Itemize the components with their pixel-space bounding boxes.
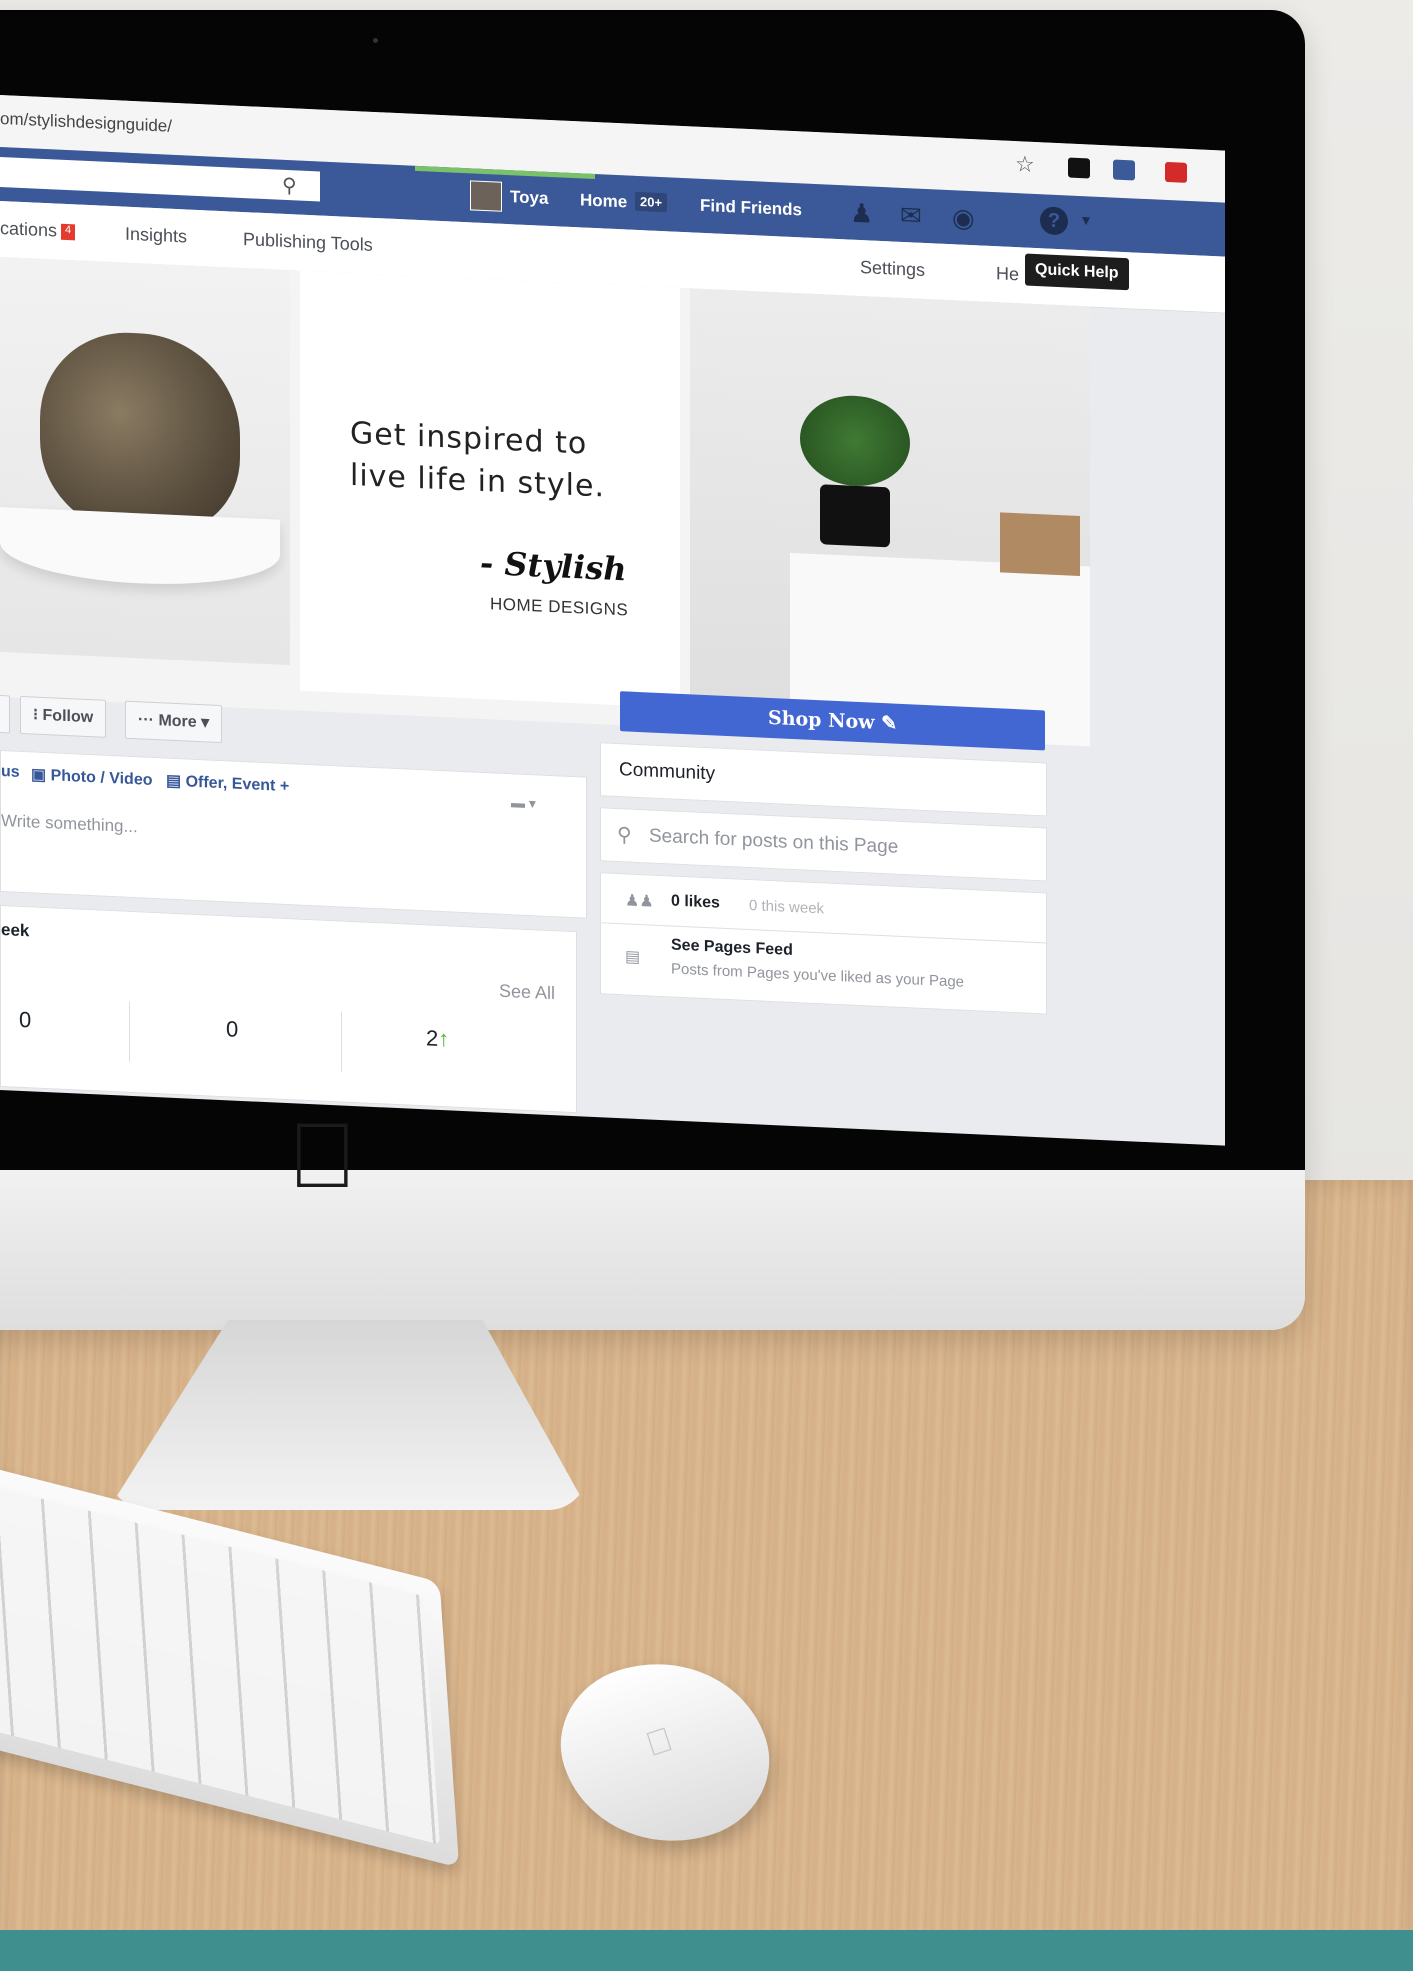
tab-help[interactable]: He — [996, 263, 1019, 285]
avatar[interactable] — [470, 180, 502, 212]
composer-input[interactable]: Write something... — [1, 811, 138, 837]
weekly-stats-title: eek — [1, 920, 30, 941]
tab-notifications[interactable]: cations 4 — [0, 218, 76, 242]
notifications-globe-icon[interactable]: ◉ — [952, 202, 975, 234]
stat-value-2: 0 — [226, 1016, 239, 1042]
like-button[interactable]: e — [0, 694, 10, 734]
tab-publishing-tools[interactable]: Publishing Tools — [243, 229, 373, 256]
profile-link[interactable]: Toya — [510, 187, 548, 209]
community-label: Community — [619, 759, 716, 785]
extension-red-icon[interactable] — [1165, 161, 1187, 183]
composer-tab-photo[interactable]: ▣ Photo / Video — [31, 764, 153, 790]
cover-signature: - Stylish — [480, 543, 627, 589]
pages-feed-subtitle: Posts from Pages you've liked as your Pa… — [671, 960, 965, 991]
caret-icon: ▾ — [196, 713, 210, 732]
community-card[interactable]: Community — [600, 742, 1047, 817]
composer-options-icon[interactable]: ▬ ▾ — [511, 794, 536, 812]
composer-tab-photo-label: Photo / Video — [50, 767, 153, 789]
rss-icon: ⁝ — [33, 706, 43, 724]
facebook-search-input[interactable]: ⚲ — [0, 157, 320, 202]
extension-owl-icon[interactable] — [1068, 157, 1090, 179]
cover-photo[interactable]: Get inspired to live life in style. - St… — [0, 257, 1090, 747]
page-search-field[interactable]: ⚲ Search for posts on this Page — [600, 807, 1047, 882]
composer-tab-offer-label: Offer, Event + — [185, 773, 290, 796]
home-badge: 20+ — [635, 191, 668, 213]
chevron-down-icon[interactable]: ▾ — [1082, 210, 1090, 230]
help-icon[interactable]: ? — [1040, 206, 1068, 236]
weekly-stats-card: eek See All 0 0 2↑ — [0, 905, 577, 1114]
tab-notifications-label: cations — [0, 218, 58, 241]
pages-feed-title: See Pages Feed — [671, 936, 793, 960]
stat-divider — [341, 1011, 342, 1072]
white-chair-image — [0, 507, 280, 590]
find-friends-link[interactable]: Find Friends — [700, 196, 802, 221]
quick-help-tooltip: Quick Help — [1025, 253, 1129, 291]
cover-plant-panel — [690, 288, 1090, 747]
pencil-icon: ✎ — [881, 712, 898, 735]
search-icon[interactable]: ⚲ — [282, 173, 297, 199]
screen: om/stylishdesignguide/ ☆ ⚲ Toya Home 20+… — [0, 95, 1225, 1146]
notifications-badge: 4 — [61, 224, 76, 241]
likes-this-week: 0 this week — [749, 897, 825, 918]
apple-logo-icon:  — [288, 1110, 357, 1202]
stat-value-1: 0 — [19, 1006, 32, 1033]
webcam — [373, 38, 378, 43]
more-label: More — [158, 712, 197, 731]
likes-count: 0 likes — [671, 892, 720, 912]
post-composer: us ▣ Photo / Video ▤ Offer, Event + ▬ ▾ … — [0, 750, 587, 919]
dots-icon: ··· — [138, 711, 159, 730]
search-icon: ⚲ — [617, 824, 632, 847]
cover-tagline: Get inspired to live life in style. — [350, 415, 606, 505]
people-icon: ♟♟ — [625, 892, 654, 911]
cover-cat-panel — [0, 257, 290, 666]
stat-divider — [129, 1001, 130, 1062]
feed-icon: ▤ — [625, 948, 641, 967]
photo-icon: ▣ — [31, 766, 51, 785]
composer-tab-offer[interactable]: ▤ Offer, Event + — [166, 771, 289, 797]
cover-signature-sub: HOME DESIGNS — [490, 594, 629, 620]
see-all-link[interactable]: See All — [499, 981, 555, 1005]
page-search-placeholder: Search for posts on this Page — [649, 825, 899, 858]
stat-value-3-number: 2 — [426, 1025, 439, 1051]
extension-ptt-icon[interactable] — [1113, 159, 1135, 181]
cover-quote-panel: Get inspired to live life in style. - St… — [300, 270, 680, 708]
bookmark-star-icon[interactable]: ☆ — [1015, 151, 1035, 178]
stat-value-3: 2↑ — [426, 1025, 449, 1052]
url-text[interactable]: om/stylishdesignguide/ — [0, 109, 172, 137]
monitor-chin — [0, 1170, 1305, 1330]
messages-icon[interactable]: ✉ — [900, 200, 922, 232]
more-button[interactable]: ··· More ▾ — [125, 700, 223, 744]
calendar-icon: ▤ — [166, 772, 186, 791]
desk-edge — [0, 1930, 1413, 1971]
black-pot-image — [820, 484, 890, 548]
trend-up-icon: ↑ — [438, 1025, 450, 1052]
friend-requests-icon[interactable]: ♟ — [850, 198, 873, 230]
tab-settings[interactable]: Settings — [860, 257, 925, 281]
follow-label: Follow — [42, 706, 94, 727]
bonsai-image — [800, 393, 910, 489]
composer-tab-status[interactable]: us — [1, 763, 20, 782]
apple-logo-icon:  — [641, 1720, 677, 1765]
box-image — [1000, 512, 1080, 577]
tab-insights[interactable]: Insights — [125, 224, 187, 248]
follow-button[interactable]: ⁝ Follow — [20, 695, 107, 738]
cat-image — [40, 328, 240, 538]
home-link[interactable]: Home — [580, 190, 627, 212]
shop-now-label: Shop Now — [767, 706, 875, 734]
